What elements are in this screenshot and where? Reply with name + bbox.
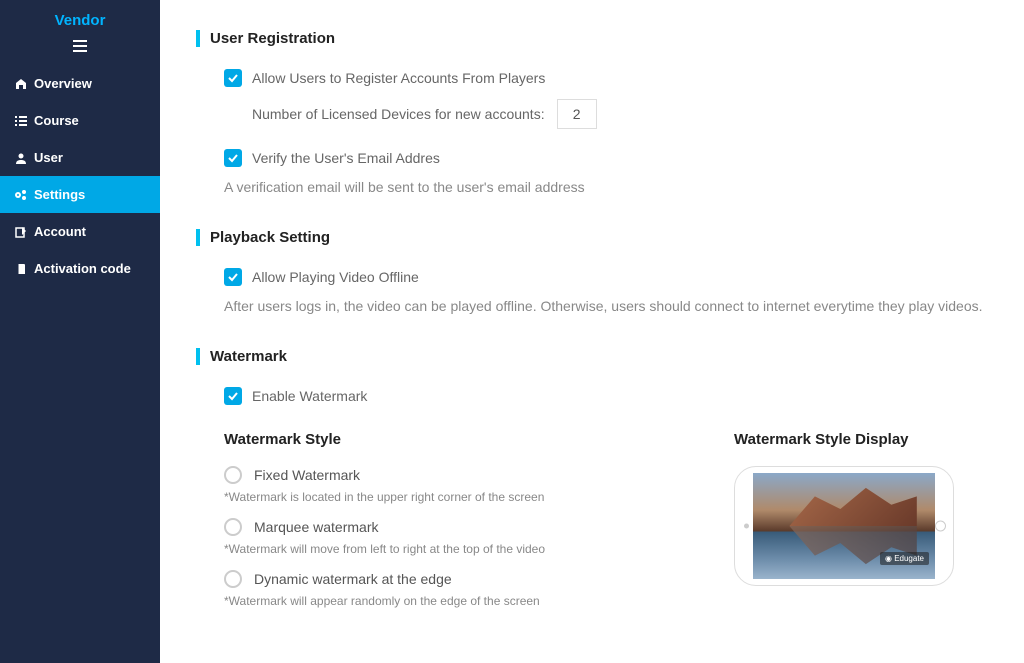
- brand-logo: Vendor: [0, 0, 160, 35]
- section-user-registration: User Registration Allow Users to Registe…: [196, 30, 994, 195]
- num-devices-row: Number of Licensed Devices for new accou…: [224, 99, 994, 129]
- section-body: Allow Users to Register Accounts From Pl…: [196, 69, 994, 195]
- option-label: Allow Playing Video Offline: [252, 269, 419, 285]
- home-icon: [14, 78, 28, 90]
- sidebar-item-course[interactable]: Course: [0, 102, 160, 139]
- radio-marquee[interactable]: [224, 518, 242, 536]
- checkbox-allow-register[interactable]: [224, 69, 242, 87]
- app-root: Vendor Overview Course: [0, 0, 1024, 663]
- section-body: Allow Playing Video Offline After users …: [196, 268, 994, 314]
- gears-icon: [14, 189, 28, 201]
- section-playback: Playback Setting Allow Playing Video Off…: [196, 229, 994, 314]
- radio-hint: *Watermark will appear randomly on the e…: [224, 594, 674, 608]
- radio-hint: *Watermark will move from left to right …: [224, 542, 674, 556]
- radio-hint: *Watermark is located in the upper right…: [224, 490, 674, 504]
- num-devices-input[interactable]: [557, 99, 597, 129]
- sidebar-item-label: Course: [34, 113, 79, 128]
- watermark-display-column: Watermark Style Display ◉ Edugate: [734, 417, 994, 586]
- checkbox-allow-offline[interactable]: [224, 268, 242, 286]
- preview-image-mountain: [789, 484, 916, 526]
- option-label: Enable Watermark: [252, 388, 367, 404]
- sidebar-item-label: Overview: [34, 76, 92, 91]
- section-body: Enable Watermark Watermark Style Fixed W…: [196, 387, 994, 622]
- menu-toggle[interactable]: [0, 35, 160, 65]
- sidebar-item-overview[interactable]: Overview: [0, 65, 160, 102]
- sidebar-item-label: User: [34, 150, 63, 165]
- check-icon: [227, 72, 239, 84]
- check-icon: [227, 390, 239, 402]
- radio-dynamic[interactable]: [224, 570, 242, 588]
- option-allow-register: Allow Users to Register Accounts From Pl…: [224, 69, 994, 87]
- offline-help: After users logs in, the video can be pl…: [224, 298, 994, 314]
- verify-email-help: A verification email will be sent to the…: [224, 179, 994, 195]
- section-title: Watermark: [196, 348, 994, 365]
- watermark-style-heading: Watermark Style: [224, 431, 674, 448]
- section-watermark: Watermark Enable Watermark Watermark Sty…: [196, 348, 994, 622]
- radio-fixed[interactable]: [224, 466, 242, 484]
- option-label: Verify the User's Email Addres: [252, 150, 440, 166]
- watermark-option-fixed: Fixed Watermark: [224, 466, 674, 484]
- checkbox-verify-email[interactable]: [224, 149, 242, 167]
- user-icon: [14, 152, 28, 164]
- option-label: Allow Users to Register Accounts From Pl…: [252, 70, 545, 86]
- sidebar-item-label: Account: [34, 224, 86, 239]
- option-enable-watermark: Enable Watermark: [224, 387, 994, 405]
- watermark-display-heading: Watermark Style Display: [734, 431, 994, 448]
- edit-icon: [14, 226, 28, 238]
- sidebar-item-user[interactable]: User: [0, 139, 160, 176]
- option-verify-email: Verify the User's Email Addres: [224, 149, 994, 167]
- radio-label: Marquee watermark: [254, 519, 379, 535]
- watermark-badge: ◉ Edugate: [880, 552, 929, 565]
- watermark-style-column: Watermark Style Fixed Watermark *Waterma…: [224, 417, 674, 622]
- section-title: User Registration: [196, 30, 994, 47]
- check-icon: [227, 152, 239, 164]
- sidebar-item-label: Settings: [34, 187, 85, 202]
- sidebar-nav: Overview Course User Settings: [0, 65, 160, 287]
- watermark-option-marquee: Marquee watermark: [224, 518, 674, 536]
- main-content: User Registration Allow Users to Registe…: [160, 0, 1024, 663]
- preview-screen: ◉ Edugate: [753, 473, 935, 579]
- checkbox-enable-watermark[interactable]: [224, 387, 242, 405]
- sidebar-item-label: Activation code: [34, 261, 131, 276]
- watermark-option-dynamic: Dynamic watermark at the edge: [224, 570, 674, 588]
- radio-label: Fixed Watermark: [254, 467, 360, 483]
- sidebar-item-settings[interactable]: Settings: [0, 176, 160, 213]
- sidebar-item-activation-code[interactable]: Activation code: [0, 250, 160, 287]
- sidebar: Vendor Overview Course: [0, 0, 160, 663]
- list-icon: [14, 115, 28, 127]
- phone-mockup: ◉ Edugate: [734, 466, 954, 586]
- num-devices-label: Number of Licensed Devices for new accou…: [252, 106, 545, 122]
- sidebar-item-account[interactable]: Account: [0, 213, 160, 250]
- watermark-columns: Watermark Style Fixed Watermark *Waterma…: [224, 417, 994, 622]
- book-icon: [14, 263, 28, 275]
- hamburger-icon: [73, 39, 87, 55]
- radio-label: Dynamic watermark at the edge: [254, 571, 452, 587]
- section-title: Playback Setting: [196, 229, 994, 246]
- check-icon: [227, 271, 239, 283]
- option-allow-offline: Allow Playing Video Offline: [224, 268, 994, 286]
